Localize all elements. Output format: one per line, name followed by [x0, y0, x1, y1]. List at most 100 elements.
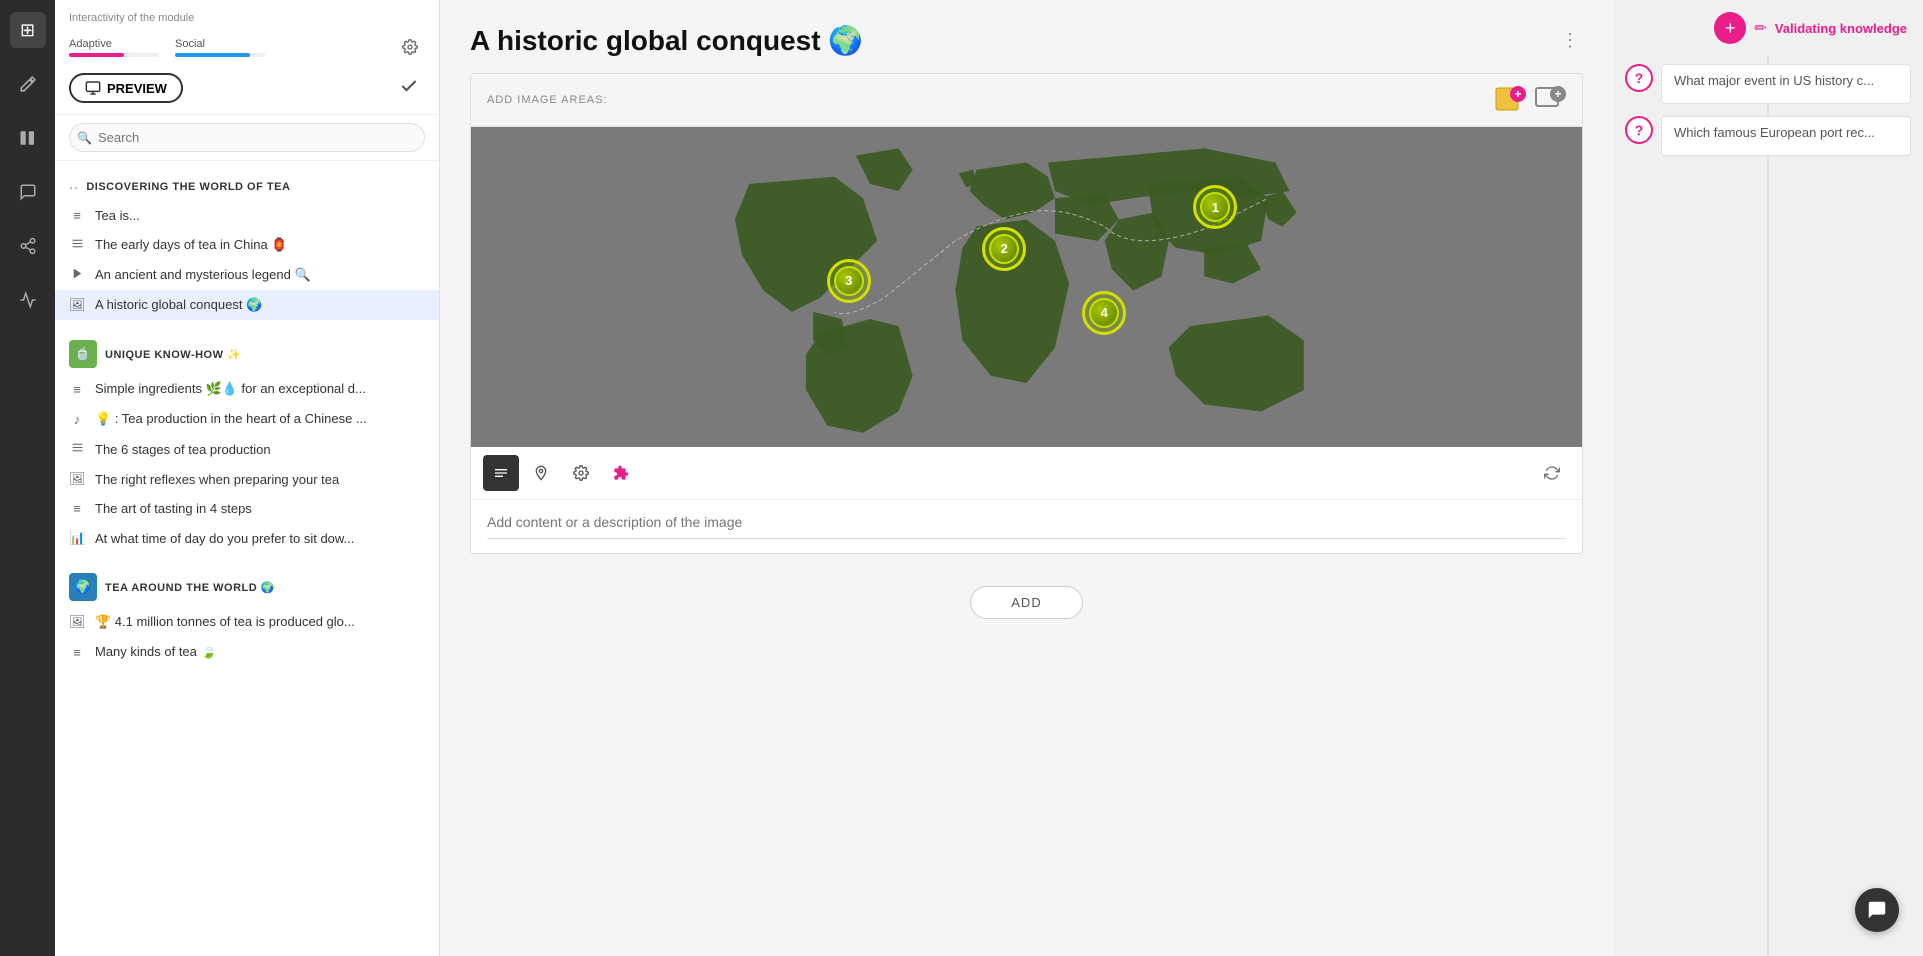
three-dots-button[interactable]: ⋮	[1557, 26, 1583, 55]
world-map-container[interactable]: 3 2 1 4	[471, 127, 1582, 447]
preview-label: PREVIEW	[107, 81, 167, 96]
map-pin-1[interactable]: 1	[1193, 185, 1237, 229]
list-text-early-days: The early days of tea in China 🏮	[95, 237, 425, 253]
timeline-line	[1767, 55, 1769, 956]
right-panel-header: + ✏ Validating knowledge	[1613, 0, 1923, 56]
list-item-tonnes[interactable]: 🖼 🏆 4.1 million tonnes of tea is produce…	[55, 607, 439, 637]
search-input[interactable]	[69, 123, 425, 152]
world-map-svg	[471, 127, 1582, 447]
question-card-2: ? Which famous European port rec...	[1625, 116, 1911, 156]
module-header-title: Interactivity of the module	[69, 12, 425, 24]
question-cards: ? What major event in US history c... ? …	[1613, 64, 1923, 156]
list-text-tasting: The art of tasting in 4 steps	[95, 501, 425, 516]
toolbar-refresh-button[interactable]	[1534, 455, 1570, 491]
page-title: A historic global conquest 🌍	[470, 24, 863, 57]
question-mark-2[interactable]: ?	[1625, 116, 1653, 144]
list-icon-reflexes: 🖼	[69, 471, 85, 487]
section-knowhow: 🍵 UNIQUE KNOW-HOW ✨	[55, 330, 439, 374]
interactivity-row: Adaptive Social	[69, 32, 425, 62]
adaptive-bar-track	[69, 53, 159, 57]
share-nav-icon[interactable]	[10, 228, 46, 264]
list-text-kinds: Many kinds of tea 🍃	[95, 644, 425, 660]
search-bar: 🔍	[55, 115, 439, 161]
social-bar-group: Social	[175, 38, 265, 57]
list-icon-early-days	[69, 237, 85, 253]
image-areas-label: ADD IMAGE AREAS:	[487, 94, 608, 106]
section-title-tearound: TEA AROUND THE WORLD 🌍	[105, 581, 275, 594]
list-item-legend[interactable]: An ancient and mysterious legend 🔍	[55, 260, 439, 290]
search-icon: 🔍	[77, 131, 92, 145]
section-thumb-knowhow: 🍵	[69, 340, 97, 368]
module-header: Interactivity of the module Adaptive Soc…	[55, 0, 439, 115]
chart-nav-icon[interactable]	[10, 282, 46, 318]
list-icon-production: ♪	[69, 412, 85, 427]
list-icon-legend	[69, 267, 85, 283]
add-question-button[interactable]: +	[1714, 12, 1746, 44]
list-text-ingredients: Simple ingredients 🌿💧 for an exceptional…	[95, 381, 425, 397]
social-label: Social	[175, 38, 265, 50]
toolbar-pin-button[interactable]	[523, 455, 559, 491]
list-icon-conquest: 🖼	[69, 297, 85, 313]
list-item-conquest[interactable]: 🖼 A historic global conquest 🌍	[55, 290, 439, 320]
settings-gear-button[interactable]	[395, 32, 425, 62]
grid-nav-icon[interactable]: ⊞	[10, 12, 46, 48]
list-item-ingredients[interactable]: ≡ Simple ingredients 🌿💧 for an exception…	[55, 374, 439, 404]
toolbar-text-button[interactable]	[483, 455, 519, 491]
list-icon-ingredients: ≡	[69, 382, 85, 397]
question-text-2[interactable]: Which famous European port rec...	[1661, 116, 1911, 156]
map-pin-2-label: 2	[989, 234, 1019, 264]
list-item-tea-is[interactable]: ≡ Tea is...	[55, 201, 439, 230]
question-mark-1[interactable]: ?	[1625, 64, 1653, 92]
list-item-tasting[interactable]: ≡ The art of tasting in 4 steps	[55, 494, 439, 523]
pencil-nav-icon[interactable]	[10, 66, 46, 102]
main-content: A historic global conquest 🌍 ⋮ ADD IMAGE…	[440, 0, 1613, 956]
map-pin-3[interactable]: 3	[827, 259, 871, 303]
preview-button[interactable]: PREVIEW	[69, 73, 183, 103]
section-tearound: 🌍 TEA AROUND THE WORLD 🌍	[55, 563, 439, 607]
image-editor-card: ADD IMAGE AREAS: + +	[470, 73, 1583, 554]
image-areas-header: ADD IMAGE AREAS: + +	[471, 74, 1582, 127]
list-item-6stages[interactable]: The 6 stages of tea production	[55, 434, 439, 464]
map-pin-3-label: 3	[834, 266, 864, 296]
svg-text:+: +	[1554, 87, 1561, 101]
add-sticky-area-button[interactable]: +	[1494, 84, 1526, 116]
list-item-production[interactable]: ♪ 💡 : Tea production in the heart of a C…	[55, 404, 439, 434]
section-discovering: ·· DISCOVERING THE WORLD OF TEA	[55, 169, 439, 201]
list-item-kinds[interactable]: ≡ Many kinds of tea 🍃	[55, 637, 439, 667]
question-text-1[interactable]: What major event in US history c...	[1661, 64, 1911, 104]
adaptive-label: Adaptive	[69, 38, 159, 50]
description-area	[471, 500, 1582, 553]
preview-row: PREVIEW	[69, 72, 425, 104]
description-input[interactable]	[487, 514, 1566, 539]
add-button[interactable]: ADD	[970, 586, 1082, 619]
toolbar-gear-button[interactable]	[563, 455, 599, 491]
question-card-1: ? What major event in US history c...	[1625, 64, 1911, 104]
social-bar-fill	[175, 53, 250, 57]
check-button[interactable]	[393, 72, 425, 104]
toolbar-row	[471, 447, 1582, 500]
chat-nav-icon[interactable]	[10, 174, 46, 210]
list-item-early-days[interactable]: The early days of tea in China 🏮	[55, 230, 439, 260]
list-icon-6stages	[69, 441, 85, 457]
adaptive-bar-fill	[69, 53, 124, 57]
module-panel: Interactivity of the module Adaptive Soc…	[55, 0, 440, 956]
right-panel: + ✏ Validating knowledge ? What major ev…	[1613, 0, 1923, 956]
chat-bubble-button[interactable]	[1855, 888, 1899, 932]
svg-text:+: +	[1514, 87, 1521, 101]
list-item-reflexes[interactable]: 🖼 The right reflexes when preparing your…	[55, 464, 439, 494]
list-text-tea-is: Tea is...	[95, 208, 425, 223]
toolbar-puzzle-button[interactable]	[603, 455, 639, 491]
play-nav-icon[interactable]	[10, 120, 46, 156]
map-pin-1-label: 1	[1200, 192, 1230, 222]
add-frame-area-button[interactable]: +	[1534, 84, 1566, 116]
list-icon-tonnes: 🖼	[69, 614, 85, 630]
map-pin-4[interactable]: 4	[1082, 291, 1126, 335]
edit-icon-button[interactable]: ✏	[1754, 19, 1767, 37]
social-bar-track	[175, 53, 265, 57]
section-title-knowhow: UNIQUE KNOW-HOW ✨	[105, 348, 241, 361]
list-item-daytime[interactable]: 📊 At what time of day do you prefer to s…	[55, 523, 439, 553]
section-title-discovering: DISCOVERING THE WORLD OF TEA	[86, 181, 290, 193]
list-icon-daytime: 📊	[69, 530, 85, 546]
map-pin-2[interactable]: 2	[982, 227, 1026, 271]
list-text-daytime: At what time of day do you prefer to sit…	[95, 531, 425, 546]
